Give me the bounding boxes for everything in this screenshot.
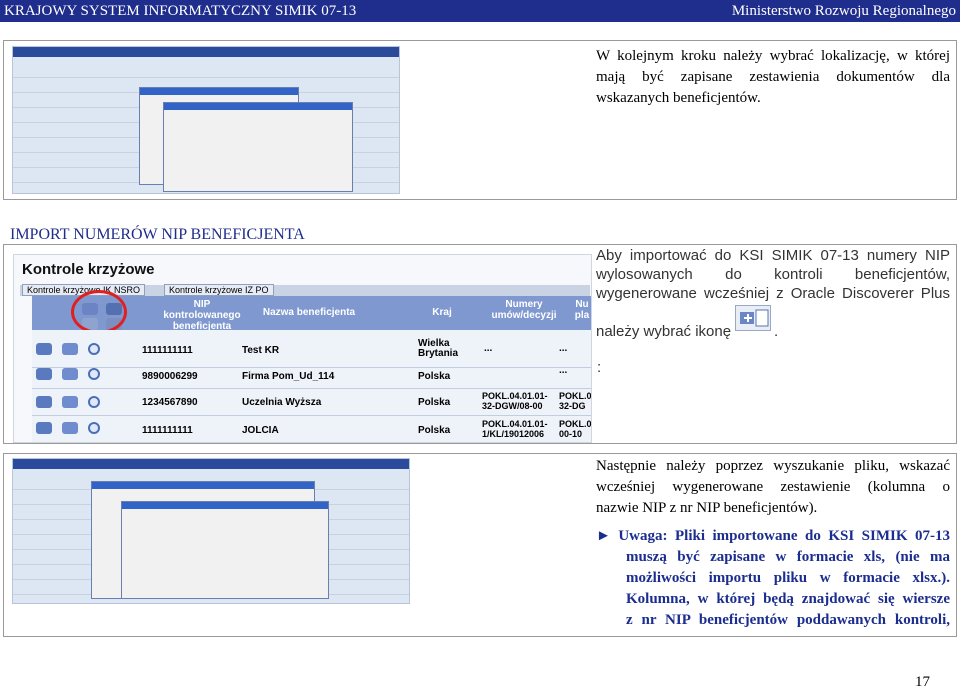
warning-note: ► Uwaga: Pliki importowane do KSI SIMIK … [596,528,950,628]
edit-icon[interactable] [36,396,52,408]
cell-name: Firma Pom_Ud_114 [242,371,335,382]
col-more: Nu pla [574,299,590,321]
tab-iz-po: Kontrole krzyżowe IZ PO [164,284,274,296]
search-icon[interactable] [88,343,100,355]
edit-icon[interactable] [36,422,52,434]
colon: : [597,359,602,376]
cell-contracts: POKL.04.01.01-32-DGW/08-00 [482,391,548,411]
cell-country: Wielka Brytania [418,338,459,359]
search-icon[interactable] [88,368,100,380]
cell-country: Polska [418,371,451,382]
edit-icon[interactable] [36,343,52,355]
location-instruction: W kolejnym kroku należy wybrać lokalizac… [596,48,950,106]
page-number: 17 [915,674,930,690]
col-country: Kraj [432,307,452,318]
cell-name: Uczelnia Wyższa [242,397,322,408]
cell-country: Polska [418,397,451,408]
icon-instruction: należy wybrać ikonę [596,323,732,340]
cell-nip: 1111111111 [142,345,193,356]
header-ministry: Ministerstwo Rozwoju Regionalnego [731,3,956,19]
file-instruction: Następnie należy poprzez wyszukanie plik… [596,458,950,516]
col-nip: NIP kontrolowanego beneficjenta [163,299,241,332]
screenshot-cross-checks: Kontrole krzyżowe Kontrole krzyżowe IK N… [13,254,592,443]
cell-more: ... [559,365,568,376]
cell-name: JOLCIA [242,425,279,436]
page-header: KRAJOWY SYSTEM INFORMATYCZNY SIMIK 07-13… [0,0,960,22]
cell-nip: 1234567890 [142,397,198,408]
screenshot-file-select [12,458,410,604]
search-icon[interactable] [88,396,100,408]
highlight-circle [71,290,127,334]
cell-nip: 9890006299 [142,371,198,382]
col-contracts: Numery umów/decyzji [491,299,557,321]
database-icon[interactable] [62,422,78,434]
screenshot-title: Kontrole krzyżowe [22,261,155,278]
cell-name: Test KR [242,345,280,356]
import-instruction: Aby importować do KSI SIMIK 07-13 numery… [596,247,950,302]
cell-contracts: ... [484,343,493,354]
edit-icon[interactable] [36,368,52,380]
cell-contracts: POKL.04.01.01-1/KL/19012006 [482,419,548,439]
screenshot-save-location [12,46,400,194]
cell-more: ... [559,343,568,354]
database-icon[interactable] [62,368,78,380]
section-title: IMPORT NUMERÓW NIP BENEFICJENTA [10,226,305,243]
database-icon[interactable] [62,343,78,355]
header-title: KRAJOWY SYSTEM INFORMATYCZNY SIMIK 07-13 [4,3,357,19]
icon-instruction-dot: . [774,323,779,340]
col-name: Nazwa beneficjenta [262,307,356,318]
cell-more: POKL.0 00-10 [559,419,592,439]
search-icon[interactable] [88,422,100,434]
cell-nip: 1111111111 [142,425,193,436]
database-icon[interactable] [62,396,78,408]
cell-country: Polska [418,425,451,436]
cell-more: POKL.0 32-DG [559,391,592,411]
import-icon [735,305,771,331]
